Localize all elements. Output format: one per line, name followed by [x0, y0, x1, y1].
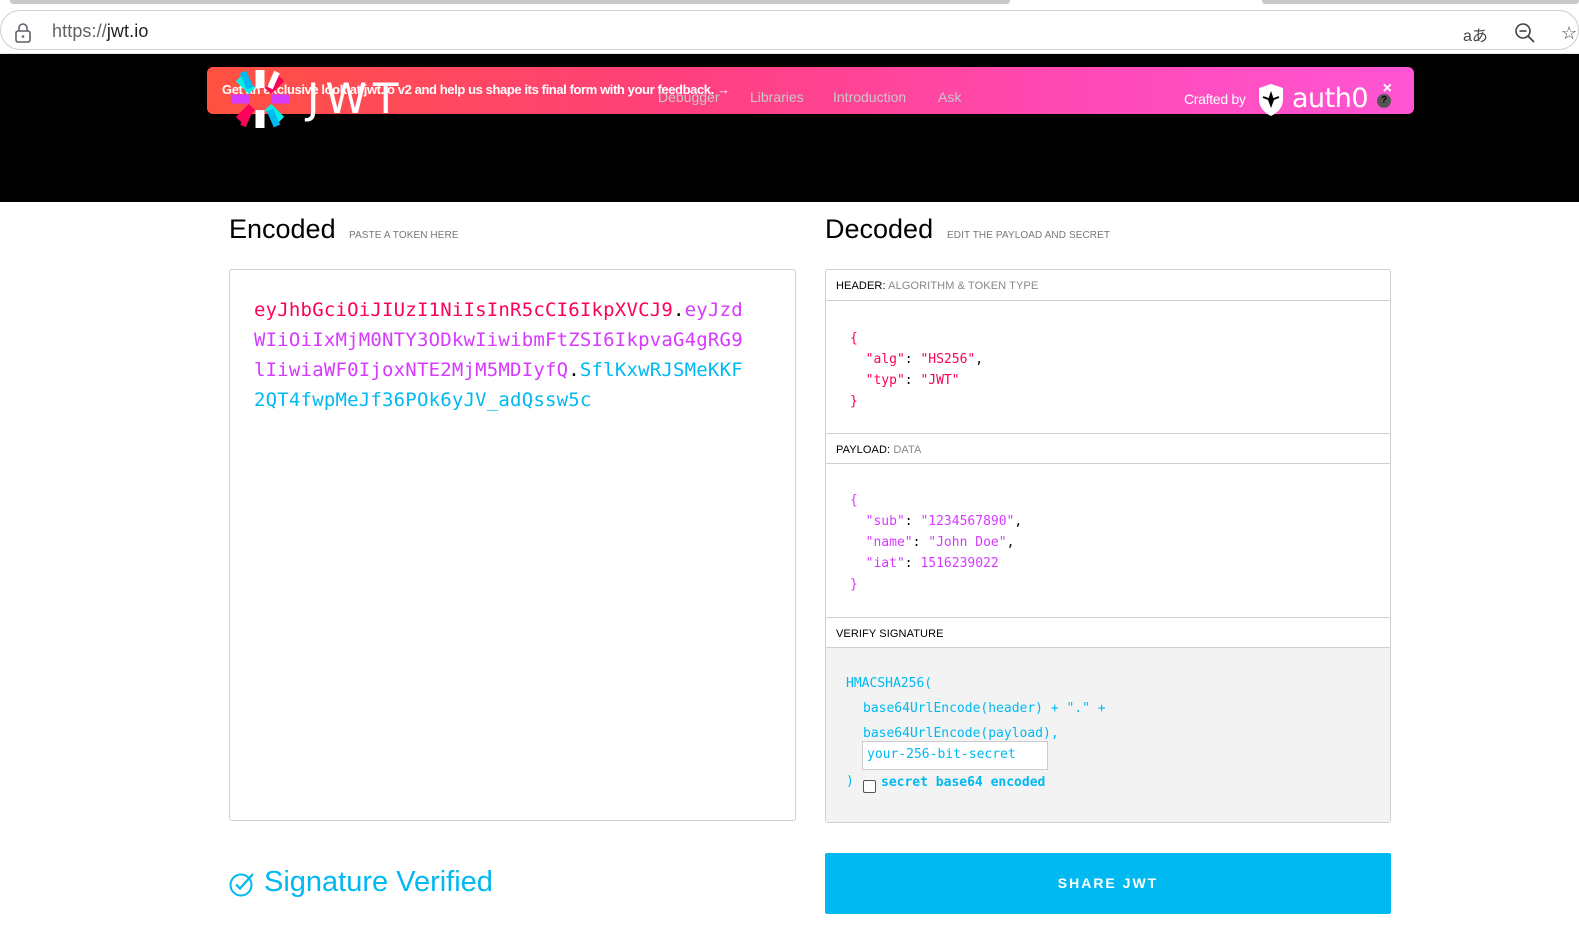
verify-signature-area: HMACSHA256( base64UrlEncode(header) + ".…: [826, 648, 1390, 822]
share-jwt-button[interactable]: SHARE JWT: [825, 853, 1391, 914]
token-text[interactable]: eyJhbGciOiJIUzI1NiIsInR5cCI6IkpXVCJ9.eyJ…: [254, 295, 754, 415]
json-value-iat: 1516239022: [920, 556, 999, 571]
decoded-title: Decoded: [825, 214, 934, 244]
browser-address-bar: https://jwt.io aあ ☆: [0, 8, 1579, 54]
auth0-shield-icon[interactable]: [1257, 83, 1285, 117]
json-key-iat: "iat": [865, 556, 905, 571]
url-text[interactable]: https://jwt.io: [52, 21, 148, 42]
url-host: jwt.io: [106, 21, 149, 41]
json-value-typ: "JWT": [920, 373, 960, 388]
encoded-subtitle: PASTE A TOKEN HERE: [349, 230, 459, 241]
decoded-subtitle: EDIT THE PAYLOAD AND SECRET: [947, 230, 1111, 241]
secret-base64-checkbox[interactable]: [863, 780, 876, 793]
header-section-label: HEADER: ALGORITHM & TOKEN TYPE: [826, 270, 1390, 301]
verify-section-label: VERIFY SIGNATURE: [826, 617, 1390, 648]
jwt-logo-icon: [231, 70, 289, 128]
nav-introduction[interactable]: Introduction: [833, 89, 906, 105]
verify-label: VERIFY SIGNATURE: [836, 628, 944, 640]
tab-indicator[interactable]: [1262, 0, 1579, 4]
verify-closing-paren: ): [846, 774, 854, 789]
check-circle-icon: [229, 873, 254, 897]
crafted-by-label: Crafted by: [1184, 91, 1246, 107]
json-brace: }: [850, 577, 858, 592]
nav-libraries[interactable]: Libraries: [750, 89, 804, 105]
bookmark-star-icon[interactable]: ☆: [1561, 23, 1577, 44]
help-icon[interactable]: ?: [1377, 94, 1391, 108]
zoom-out-icon[interactable]: [1514, 22, 1536, 44]
json-key-sub: "sub": [865, 514, 905, 529]
nav-debugger[interactable]: Debugger: [658, 89, 720, 105]
encoded-token-input[interactable]: eyJhbGciOiJIUzI1NiIsInR5cCI6IkpXVCJ9.eyJ…: [229, 269, 796, 821]
browser-tab-strip: [0, 0, 1579, 8]
url-field[interactable]: https://jwt.io aあ ☆: [0, 10, 1579, 50]
json-brace: {: [850, 493, 858, 508]
header-json-editor[interactable]: { "alg": "HS256", "typ": "JWT" }: [850, 328, 983, 412]
payload-sublabel: DATA: [893, 444, 922, 456]
payload-label: PAYLOAD:: [836, 444, 891, 456]
jwt-logo[interactable]: JWT: [229, 68, 411, 128]
tab-indicator[interactable]: [10, 0, 1010, 4]
verify-code: HMACSHA256( base64UrlEncode(header) + ".…: [846, 671, 1106, 746]
json-value-name: "John Doe": [928, 535, 1007, 550]
jwt-logo-text: JWT: [307, 74, 405, 123]
json-key-typ: "typ": [865, 373, 905, 388]
json-brace: {: [850, 331, 858, 346]
signature-verified-text: Signature Verified: [264, 866, 493, 898]
header-sublabel: ALGORITHM & TOKEN TYPE: [888, 280, 1039, 292]
nav-ask[interactable]: Ask: [938, 89, 961, 105]
payload-section-label: PAYLOAD: DATA: [826, 433, 1390, 464]
url-protocol: https://: [52, 21, 107, 41]
lock-icon[interactable]: [14, 23, 32, 43]
json-brace: }: [850, 394, 858, 409]
header-label: HEADER:: [836, 280, 886, 292]
secret-base64-label[interactable]: secret base64 encoded: [881, 775, 1045, 790]
token-dot: .: [568, 359, 580, 381]
decoded-panel: HEADER: ALGORITHM & TOKEN TYPE { "alg": …: [825, 269, 1391, 823]
secret-input[interactable]: your-256-bit-secret: [862, 741, 1048, 770]
translate-icon[interactable]: aあ: [1463, 22, 1488, 46]
payload-json-editor[interactable]: { "sub": "1234567890", "name": "John Doe…: [850, 490, 1022, 595]
json-key-name: "name": [865, 535, 913, 550]
token-header-part: eyJhbGciOiJIUzI1NiIsInR5cCI6IkpXVCJ9: [254, 299, 674, 321]
json-key-alg: "alg": [865, 352, 905, 367]
auth0-brand[interactable]: auth0: [1292, 83, 1369, 114]
json-value-sub: "1234567890": [920, 514, 1015, 529]
json-value-alg: "HS256": [920, 352, 976, 367]
token-dot: .: [673, 299, 685, 321]
verify-line-hmac: HMACSHA256(: [846, 676, 933, 691]
verify-line-header: base64UrlEncode(header) + "." +: [863, 701, 1106, 716]
encoded-title: Encoded: [229, 214, 336, 244]
